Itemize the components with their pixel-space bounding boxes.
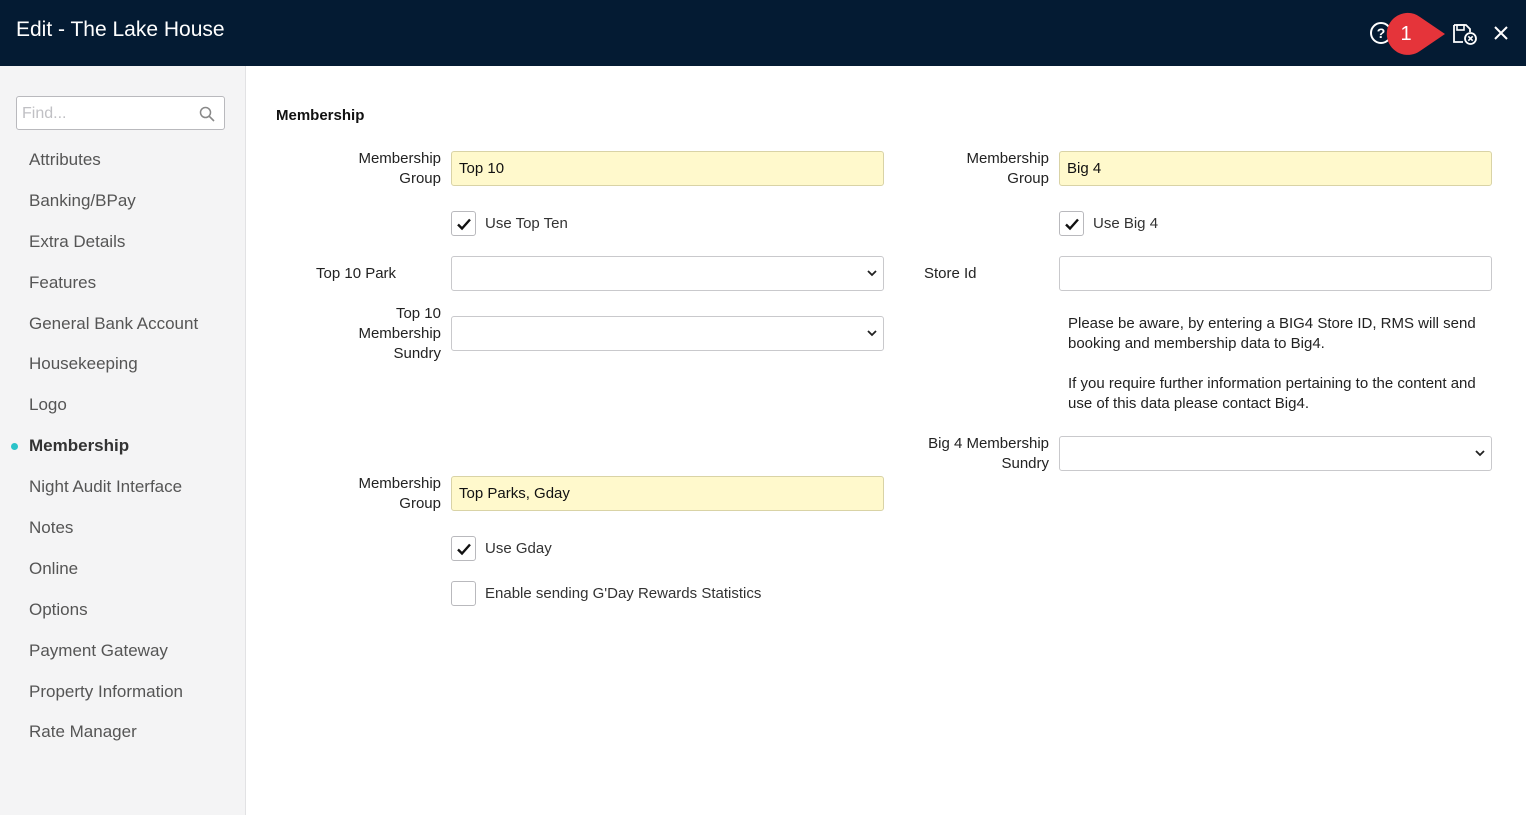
big4-sundry-label-line2: Sundry — [1001, 455, 1049, 472]
checkmark-icon — [457, 218, 471, 231]
main-panel: Membership Membership Group Top 10 Use T… — [246, 66, 1526, 815]
big4-notice-line2: booking and membership data to Big4. — [1068, 335, 1325, 352]
sidebar-item-property-information[interactable]: Property Information — [0, 672, 245, 713]
gday-group-field[interactable]: Top Parks, Gday — [451, 476, 884, 511]
big4-sundry-label-line1: Big 4 Membership — [928, 435, 1049, 452]
sidebar-item-online[interactable]: Online — [0, 549, 245, 590]
checkmark-icon — [1065, 218, 1079, 231]
sidebar-item-attributes[interactable]: Attributes — [0, 140, 245, 181]
sidebar-item-payment-gateway[interactable]: Payment Gateway — [0, 631, 245, 672]
use-big4-checkbox[interactable] — [1059, 211, 1084, 236]
window-title: Edit - The Lake House — [16, 18, 225, 41]
top10-park-label: Top 10 Park — [316, 265, 397, 282]
big4-sundry-label: Big 4 Membership Sundry — [908, 434, 1049, 474]
search-icon[interactable] — [199, 106, 215, 122]
close-icon[interactable] — [1492, 24, 1510, 42]
sidebar-item-options[interactable]: Options — [0, 590, 245, 631]
store-id-label: Store Id — [924, 265, 977, 282]
top10-sundry-label-line2: Membership — [358, 325, 441, 342]
chevron-down-icon — [867, 330, 877, 337]
sidebar-item-rate-manager[interactable]: Rate Manager — [0, 712, 245, 753]
sidebar-item-housekeeping[interactable]: Housekeeping — [0, 344, 245, 385]
use-gday-checkbox[interactable] — [451, 536, 476, 561]
big4-group-label-line2: Group — [1007, 170, 1049, 187]
use-gday-label: Use Gday — [485, 540, 552, 557]
save-close-icon[interactable] — [1452, 22, 1478, 46]
big4-notice-line3: If you require further information perta… — [1068, 375, 1476, 392]
top10-group-label: Membership Group — [330, 149, 441, 189]
big4-sundry-select[interactable] — [1059, 436, 1492, 471]
gday-stats-checkbox[interactable] — [451, 581, 476, 606]
window-header: Edit - The Lake House ? 1 — [0, 0, 1526, 66]
use-top-ten-checkbox[interactable] — [451, 211, 476, 236]
checkmark-icon — [457, 543, 471, 556]
use-top-ten-label: Use Top Ten — [485, 215, 568, 232]
top10-sundry-select[interactable] — [451, 316, 884, 351]
top10-park-select[interactable] — [451, 256, 884, 291]
step-marker-number: 1 — [1400, 23, 1412, 45]
sidebar-item-membership[interactable]: Membership — [0, 426, 245, 467]
big4-notice: Please be aware, by entering a BIG4 Stor… — [1068, 314, 1498, 414]
big4-notice-line4: use of this data please contact Big4. — [1068, 395, 1309, 412]
sidebar-nav: Attributes Banking/BPay Extra Details Fe… — [0, 140, 245, 753]
top10-sundry-label: Top 10 Membership Sundry — [330, 304, 441, 364]
gday-group-label-line2: Group — [399, 495, 441, 512]
sidebar-item-extra-details[interactable]: Extra Details — [0, 222, 245, 263]
sidebar-item-notes[interactable]: Notes — [0, 508, 245, 549]
top10-sundry-label-line3: Sundry — [393, 345, 441, 362]
sidebar-item-banking-bpay[interactable]: Banking/BPay — [0, 181, 245, 222]
big4-group-label-line1: Membership — [966, 150, 1049, 167]
big4-group-label: Membership Group — [938, 149, 1049, 189]
store-id-input[interactable] — [1059, 256, 1492, 291]
big4-group-field[interactable]: Big 4 — [1059, 151, 1492, 186]
gday-stats-label: Enable sending G'Day Rewards Statistics — [485, 585, 762, 602]
top10-group-field[interactable]: Top 10 — [451, 151, 884, 186]
sidebar-item-logo[interactable]: Logo — [0, 385, 245, 426]
sidebar-item-general-bank-account[interactable]: General Bank Account — [0, 304, 245, 345]
sidebar: Attributes Banking/BPay Extra Details Fe… — [0, 66, 246, 815]
top10-group-label-line2: Group — [399, 170, 441, 187]
chevron-down-icon — [1475, 450, 1485, 457]
big4-notice-line1: Please be aware, by entering a BIG4 Stor… — [1068, 315, 1476, 332]
section-title: Membership — [276, 107, 365, 124]
gday-group-label: Membership Group — [330, 474, 441, 514]
chevron-down-icon — [867, 270, 877, 277]
use-big4-label: Use Big 4 — [1093, 215, 1159, 232]
find-box — [16, 96, 225, 130]
gday-group-label-line1: Membership — [358, 475, 441, 492]
sidebar-item-night-audit-interface[interactable]: Night Audit Interface — [0, 467, 245, 508]
top10-sundry-label-line1: Top 10 — [395, 305, 441, 322]
find-input[interactable] — [22, 103, 192, 125]
top10-group-label-line1: Membership — [358, 150, 441, 167]
sidebar-item-features[interactable]: Features — [0, 263, 245, 304]
